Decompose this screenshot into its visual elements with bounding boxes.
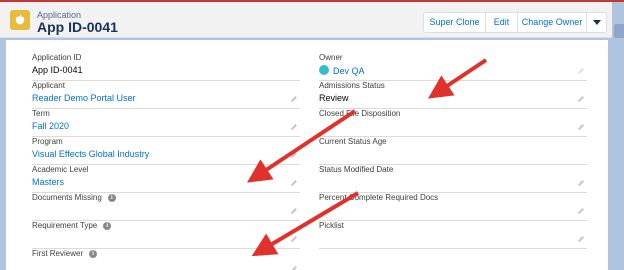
application-object-icon [10, 10, 30, 30]
info-icon[interactable]: i [103, 221, 112, 230]
field-label: Closed File Disposition [319, 109, 401, 118]
field-program: Program Visual Effects Global Industry [32, 137, 300, 165]
utility-panel-tab[interactable] [614, 24, 624, 38]
field-label: Documents Missing i [32, 193, 116, 202]
field-label: Owner [319, 53, 343, 62]
edit-pencil-icon[interactable] [577, 207, 585, 215]
term-link[interactable]: Fall 2020 [32, 121, 69, 131]
edit-pencil-icon[interactable] [290, 265, 298, 270]
field-status-modified-date: Status Modified Date [319, 165, 587, 193]
field-label: Admissions Status [319, 81, 385, 90]
field-label: First Reviewer i [32, 249, 98, 258]
field-closed-file-disposition: Closed File Disposition [319, 109, 587, 137]
field-label: Current Status Age [319, 137, 387, 146]
edit-pencil-icon[interactable] [290, 235, 298, 243]
academic-level-link[interactable]: Masters [32, 177, 64, 187]
record-detail-panel: Application ID App ID-0041 Applicant Rea… [6, 40, 608, 270]
owner-link[interactable]: Dev QA [319, 65, 365, 76]
change-owner-button[interactable]: Change Owner [518, 13, 587, 32]
edit-pencil-icon[interactable] [577, 67, 585, 75]
field-label: Term [32, 109, 50, 118]
field-label: Status Modified Date [319, 165, 394, 174]
action-button-group: Super Clone Edit Change Owner [423, 12, 607, 33]
edit-button[interactable]: Edit [486, 13, 518, 32]
user-avatar-icon [319, 65, 329, 75]
edit-pencil-icon[interactable] [290, 151, 298, 159]
field-requirement-type: Requirement Type i [32, 221, 300, 249]
field-label: Percent Complete Required Docs [319, 193, 439, 202]
applicant-link[interactable]: Reader Demo Portal User [32, 93, 136, 103]
field-application-id: Application ID App ID-0041 [32, 53, 300, 81]
field-owner: Owner Dev QA [319, 53, 587, 81]
info-icon[interactable]: i [89, 249, 98, 258]
program-link[interactable]: Visual Effects Global Industry [32, 149, 149, 159]
field-applicant: Applicant Reader Demo Portal User [32, 81, 300, 109]
field-percent-complete-required-docs: Percent Complete Required Docs [319, 193, 587, 221]
field-label: Academic Level [32, 165, 89, 174]
edit-pencil-icon[interactable] [577, 235, 585, 243]
edit-pencil-icon[interactable] [577, 179, 585, 187]
edit-pencil-icon[interactable] [290, 179, 298, 187]
edit-pencil-icon[interactable] [290, 123, 298, 131]
field-documents-missing: Documents Missing i [32, 193, 300, 221]
field-academic-level: Academic Level Masters [32, 165, 300, 193]
field-label: Applicant [32, 81, 65, 90]
super-clone-button[interactable]: Super Clone [424, 13, 486, 32]
field-label: Application ID [32, 53, 82, 62]
field-term: Term Fall 2020 [32, 109, 300, 137]
edit-pencil-icon[interactable] [577, 123, 585, 131]
field-admissions-status: Admissions Status Review [319, 81, 587, 109]
chevron-down-icon [592, 20, 601, 25]
field-label: Program [32, 137, 63, 146]
field-first-reviewer: First Reviewer i [32, 249, 300, 270]
more-actions-button[interactable] [587, 13, 606, 32]
edit-pencil-icon[interactable] [577, 95, 585, 103]
field-value: Review [319, 93, 349, 103]
edit-pencil-icon[interactable] [290, 95, 298, 103]
field-value: App ID-0041 [32, 65, 83, 75]
field-current-status-age: Current Status Age [319, 137, 587, 165]
edit-pencil-icon[interactable] [290, 207, 298, 215]
page-title: App ID-0041 [37, 19, 118, 35]
field-picklist: Picklist [319, 221, 587, 249]
info-icon[interactable]: i [107, 193, 116, 202]
record-header: Application App ID-0041 Super Clone Edit… [0, 2, 612, 38]
field-label: Picklist [319, 221, 344, 230]
field-label: Requirement Type i [32, 221, 112, 230]
